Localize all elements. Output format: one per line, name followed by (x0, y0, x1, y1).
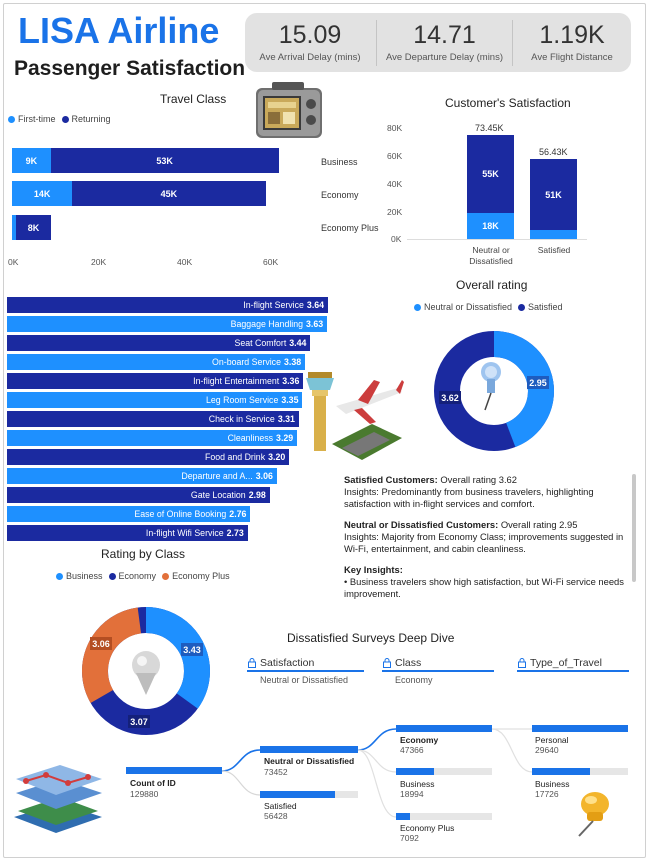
yellow-pushpin-icon (578, 792, 609, 837)
node-value: 29640 (535, 745, 559, 755)
node-value: 47366 (400, 745, 424, 755)
node-value: 129880 (130, 789, 159, 799)
node-name: Business (400, 779, 435, 789)
node-value: 56428 (264, 811, 288, 821)
node-economy-bar[interactable] (396, 725, 492, 732)
node-value: 7092 (400, 833, 419, 843)
node-root-bar[interactable] (126, 767, 222, 774)
node-value: 73452 (264, 767, 288, 777)
node-value: 18994 (400, 789, 424, 799)
node-business-travel-bar[interactable] (532, 768, 628, 775)
map-layers-icon (14, 765, 102, 833)
node-value: 17726 (535, 789, 559, 799)
node-name: Economy Plus (400, 823, 455, 833)
node-name: Personal (535, 735, 569, 745)
node-neutral-bar[interactable] (260, 746, 358, 753)
node-business-bar[interactable] (396, 768, 492, 775)
node-economy-plus-bar[interactable] (396, 813, 492, 820)
node-name: Count of ID (130, 778, 176, 788)
node-name: Satisfied (264, 801, 297, 811)
node-personal-bar[interactable] (532, 725, 628, 732)
node-name: Neutral or Dissatisfied (264, 756, 355, 766)
node-satisfied-bar[interactable] (260, 791, 358, 798)
node-name: Economy (400, 735, 439, 745)
